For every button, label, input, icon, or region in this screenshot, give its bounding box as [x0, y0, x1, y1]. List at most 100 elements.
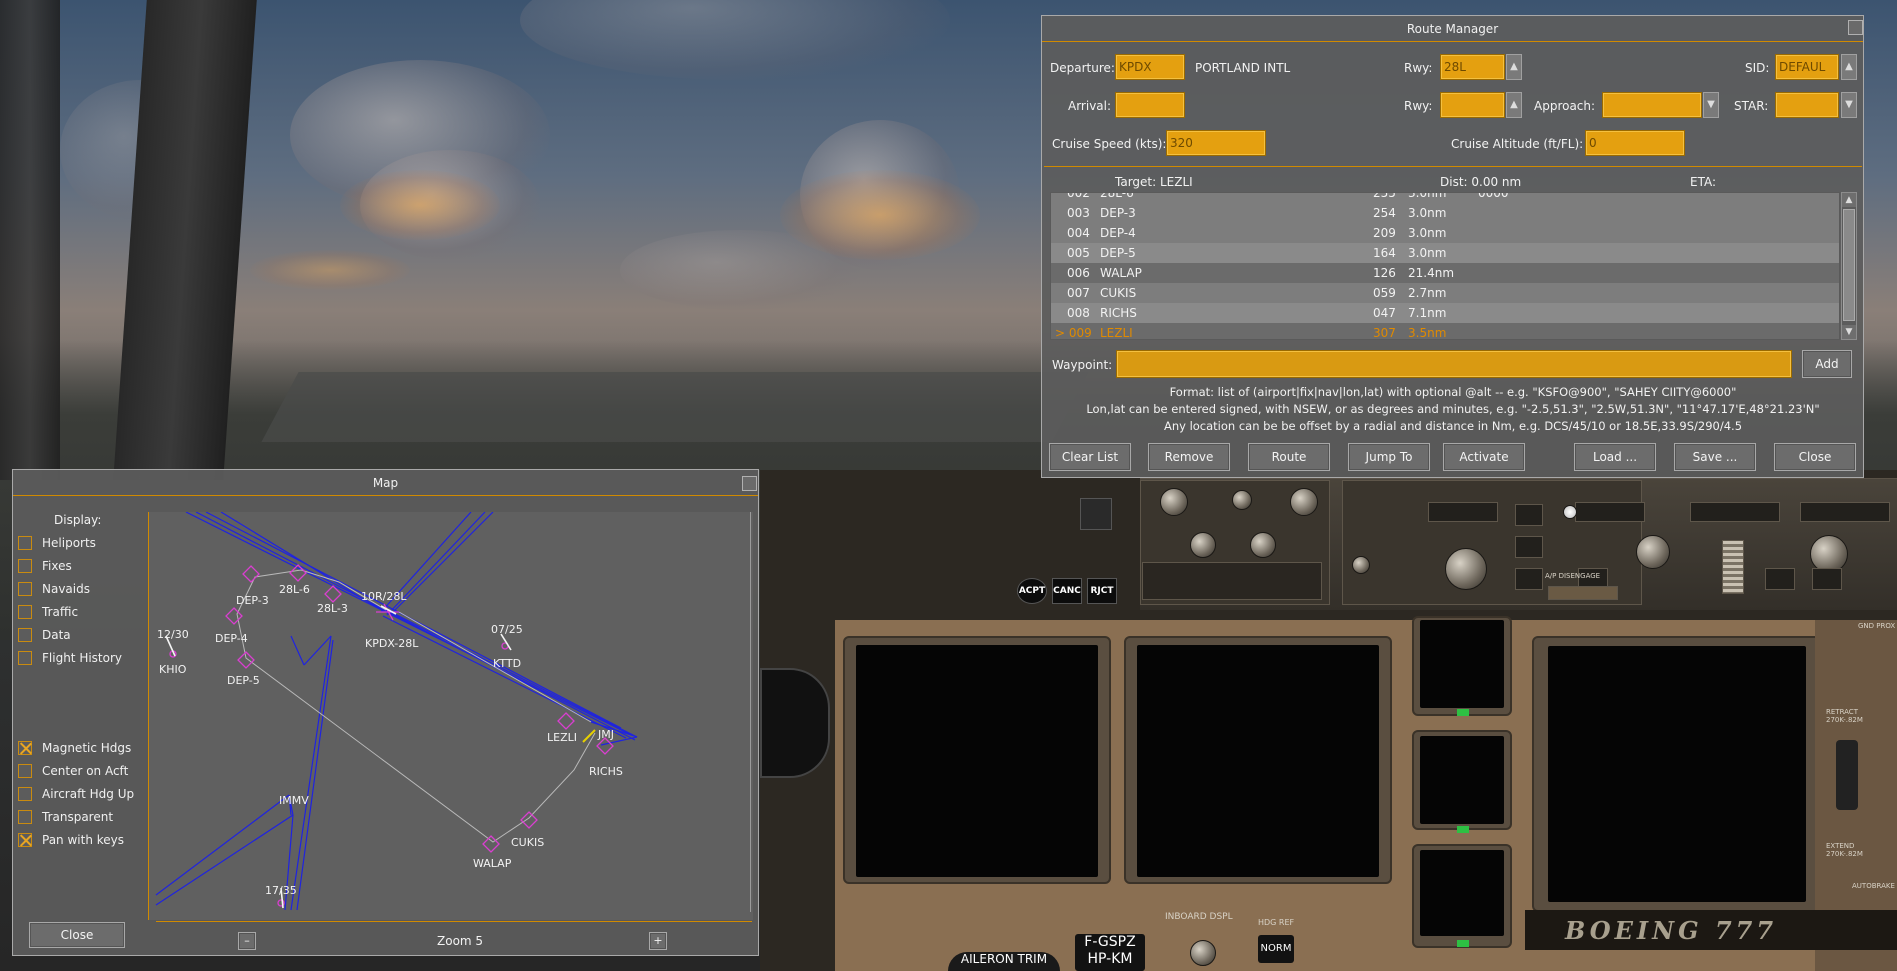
fd-switch[interactable] [1352, 556, 1370, 574]
mcp-flch-button[interactable] [1515, 568, 1543, 590]
remove-button[interactable]: Remove [1148, 443, 1230, 471]
mcp-knob[interactable] [1232, 490, 1252, 510]
approach-label: Approach: [1534, 99, 1596, 113]
map-label-immv: IMMV [279, 794, 309, 807]
waypoint-list[interactable]: 002 28L-6 255 3.0nm 0000 003 DEP-3 254 3… [1050, 192, 1840, 340]
zoom-in-button[interactable]: + [649, 932, 667, 950]
waypoint-name: CUKIS [1100, 286, 1137, 300]
waypoint-input[interactable] [1116, 350, 1792, 378]
load-button[interactable]: Load ... [1574, 443, 1656, 471]
waypoint-row[interactable]: 008 RICHS 047 7.1nm [1051, 303, 1839, 323]
scroll-down-icon[interactable]: ▼ [1842, 325, 1856, 339]
departure-rwy-dropdown-icon[interactable]: ▲ [1506, 54, 1522, 80]
acpt-button[interactable]: ACPT [1017, 578, 1047, 604]
cruise-speed-field[interactable] [1166, 130, 1266, 156]
arrival-label: Arrival: [1068, 99, 1112, 113]
mcp-knob[interactable] [1290, 488, 1318, 516]
map-close-icon[interactable] [742, 476, 757, 491]
mcp-vs-button[interactable] [1765, 568, 1795, 590]
map-label-khio: KHIO [159, 663, 187, 676]
scroll-thumb[interactable] [1843, 209, 1855, 321]
checkbox[interactable] [18, 810, 32, 824]
rjct-button[interactable]: RJCT [1087, 578, 1117, 604]
cruise-altitude-field[interactable] [1585, 130, 1685, 156]
panel-light [1563, 505, 1577, 519]
gear-lever[interactable] [1836, 740, 1858, 810]
close-button[interactable]: Close [1774, 443, 1856, 471]
map-label-jmj: JMJ [598, 728, 614, 741]
vs-wheel[interactable] [1722, 540, 1744, 594]
heading-knob[interactable] [1636, 535, 1670, 569]
approach-field[interactable] [1602, 92, 1702, 118]
arrival-rwy-dropdown-icon[interactable]: ▲ [1506, 92, 1522, 118]
waypoint-row[interactable]: 003 DEP-3 254 3.0nm [1051, 203, 1839, 223]
waypoint-row[interactable]: 006 WALAP 126 21.4nm [1051, 263, 1839, 283]
inboard-dspl-knob[interactable] [1190, 940, 1216, 966]
waypoint-distance: 21.4nm [1408, 266, 1455, 280]
map-canvas[interactable]: DEP-3 28L-6 28L-3 10R/28L KPDX-28L DEP-4… [148, 512, 753, 920]
jump-to-button[interactable]: Jump To [1348, 443, 1430, 471]
canc-button[interactable]: CANC [1052, 578, 1082, 604]
checkbox[interactable] [18, 605, 32, 619]
waypoint-distance: 7.1nm [1408, 306, 1447, 320]
waypoint-number: 004 [1067, 226, 1090, 240]
checkbox[interactable] [18, 651, 32, 665]
map-scroll-divider [750, 512, 751, 912]
mcp-knob[interactable] [1160, 488, 1188, 516]
activate-button[interactable]: Activate [1443, 443, 1525, 471]
sid-dropdown-icon[interactable]: ▲ [1841, 54, 1857, 80]
mcp-vnav-button[interactable] [1515, 536, 1543, 558]
map-label-runway-10r28l: 10R/28L [361, 590, 407, 603]
waypoint-number: 008 [1067, 306, 1090, 320]
clear-list-button[interactable]: Clear List [1049, 443, 1131, 471]
waypoint-distance: 3.0nm [1408, 246, 1447, 260]
checkbox[interactable] [18, 764, 32, 778]
scroll-up-icon[interactable]: ▲ [1842, 193, 1856, 207]
mcp-knob[interactable] [1250, 532, 1276, 558]
mcp-knob[interactable] [1190, 532, 1216, 558]
checkbox[interactable] [18, 628, 32, 642]
mcp-window [1800, 502, 1890, 522]
sid-field[interactable] [1775, 54, 1839, 80]
save-button[interactable]: Save ... [1674, 443, 1756, 471]
mcp-window [1428, 502, 1498, 522]
ap-disengage-bar[interactable] [1548, 586, 1618, 600]
map-close-button[interactable]: Close [29, 922, 125, 948]
waypoint-row[interactable]: 002 28L-6 255 3.0nm 0000 [1051, 192, 1839, 203]
close-icon[interactable] [1848, 20, 1863, 35]
route-button[interactable]: Route [1248, 443, 1330, 471]
checkbox[interactable] [18, 787, 32, 801]
waypoint-number: 007 [1067, 286, 1090, 300]
waypoint-label: Waypoint: [1052, 358, 1113, 372]
mcp-lnav-button[interactable] [1515, 504, 1543, 526]
hdg-ref-switch[interactable]: NORM [1258, 935, 1294, 963]
standby-screen-3 [1420, 850, 1504, 936]
waypoint-row[interactable]: 007 CUKIS 059 2.7nm [1051, 283, 1839, 303]
eta-label: ETA: [1690, 175, 1717, 189]
star-dropdown-icon[interactable]: ▼ [1841, 92, 1857, 118]
waypoint-row[interactable]: 004 DEP-4 209 3.0nm [1051, 223, 1839, 243]
waypoint-row-active[interactable]: > 009 LEZLI 307 3.5nm [1051, 323, 1839, 339]
speed-knob[interactable] [1445, 548, 1487, 590]
waypoint-altitude: 0000 [1478, 192, 1509, 200]
zoom-out-button[interactable]: – [238, 932, 256, 950]
waypoint-heading: 254 [1373, 206, 1396, 220]
mcp-hold-button[interactable] [1812, 568, 1842, 590]
waypoint-row[interactable]: 005 DEP-5 164 3.0nm [1051, 243, 1839, 263]
waypoint-list-scrollbar[interactable]: ▲ ▼ [1841, 192, 1857, 340]
star-field[interactable] [1775, 92, 1839, 118]
approach-dropdown-icon[interactable]: ▼ [1703, 92, 1719, 118]
checkbox[interactable] [18, 582, 32, 596]
cruise-speed-label: Cruise Speed (kts): [1052, 137, 1167, 151]
arrival-rwy-field[interactable] [1440, 92, 1505, 118]
route-map[interactable] [149, 512, 753, 920]
add-button[interactable]: Add [1802, 350, 1852, 378]
checkbox[interactable] [18, 536, 32, 550]
arrival-field[interactable] [1115, 92, 1185, 118]
departure-field[interactable] [1115, 54, 1185, 80]
checkbox[interactable] [18, 559, 32, 573]
registration-top: F-GSPZ [1084, 934, 1136, 950]
departure-rwy-field[interactable] [1440, 54, 1505, 80]
checkbox-checked[interactable] [18, 741, 32, 755]
checkbox-checked[interactable] [18, 833, 32, 847]
